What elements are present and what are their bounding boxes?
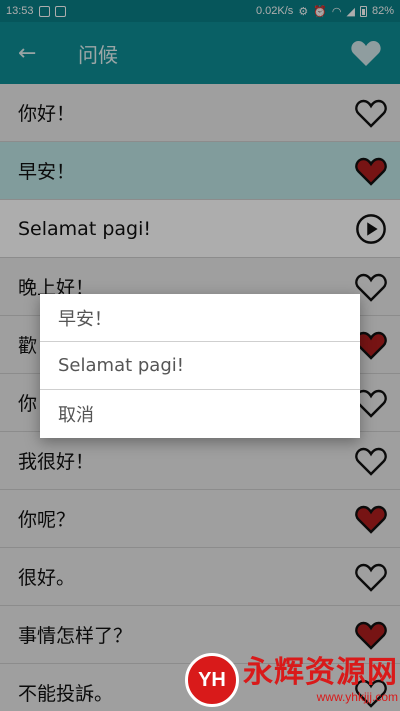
watermark: YH 永辉资源网 www.yhkjjj.com xyxy=(185,653,398,707)
dialog-option[interactable]: 早安！ xyxy=(40,294,360,342)
watermark-title: 永辉资源网 xyxy=(243,655,398,690)
cancel-option[interactable]: 取消 xyxy=(40,390,360,438)
watermark-url: www.yhkjjj.com xyxy=(316,690,398,704)
dialog-option[interactable]: Selamat pagi! xyxy=(40,342,360,390)
options-dialog: 早安！ Selamat pagi! 取消 xyxy=(40,294,360,438)
watermark-logo: YH xyxy=(185,653,239,707)
